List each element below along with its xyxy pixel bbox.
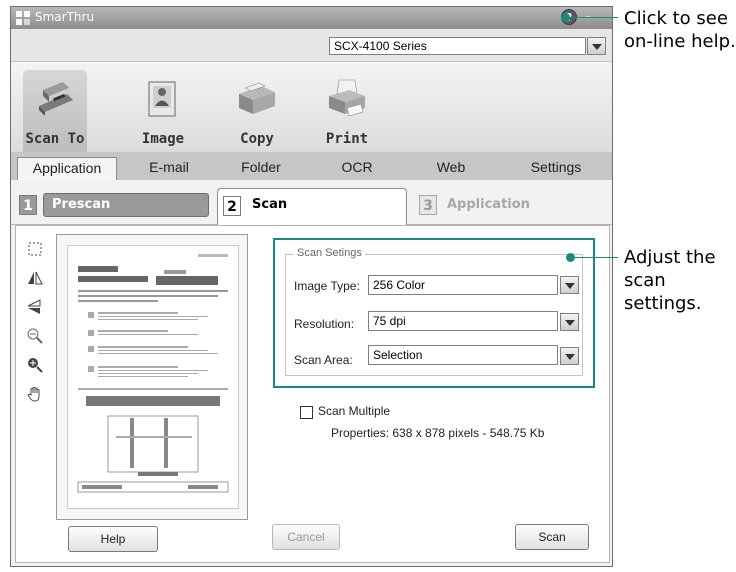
image-type-arrow-icon[interactable] [560,276,579,294]
subtab-application[interactable]: Application [17,157,117,180]
image-icon [148,81,176,117]
step-tabs: 1 Prescan 2 Scan 3 Application [11,180,612,225]
scan-multiple-checkbox[interactable] [300,406,313,419]
smarthru-window: SmarThru ? – SCX-4100 Series Scan To [10,6,613,567]
subtab-settings[interactable]: Settings [511,157,601,179]
resolution-arrow-icon[interactable] [560,313,579,331]
step-label: Application [447,197,530,212]
scan-settings-legend: Scan Setings [294,247,365,259]
subtab-ocr[interactable]: OCR [317,157,397,179]
resolution-select[interactable]: 75 dpi [368,311,558,331]
subtab-web[interactable]: Web [411,157,491,179]
select-area-icon[interactable] [26,240,44,258]
toolbar-image[interactable]: Image [131,70,195,152]
settings-callout-text: Adjust the scan settings. [624,247,716,314]
model-dropdown-value: SCX-4100 Series [334,39,427,53]
model-dropdown[interactable]: SCX-4100 Series [329,37,586,55]
model-row: SCX-4100 Series [11,29,612,62]
scan-area-arrow-icon[interactable] [560,347,579,365]
scan-area-select[interactable]: Selection [368,345,558,365]
subtab-folder[interactable]: Folder [221,157,301,179]
resolution-value: 75 dpi [373,314,406,328]
scanned-document-image [67,245,239,509]
scan-multiple-label: Scan Multiple [318,404,391,418]
image-properties-text: Properties: 638 x 878 pixels - 548.75 Kb [331,426,545,440]
resolution-label: Resolution: [294,317,355,331]
step-label: Scan [252,197,288,212]
step-number: 1 [19,195,37,215]
prescan-bar: Prescan [43,193,209,217]
subtab-email[interactable]: E-mail [129,157,209,179]
printer-icon [329,79,365,117]
title-bar: SmarThru ? – [11,7,612,29]
smarthru-logo-icon [16,11,30,25]
hand-pan-icon[interactable] [26,385,44,403]
image-type-value: 256 Color [373,278,426,292]
scanner-icon [39,82,73,116]
scan-area-label: Scan Area: [294,353,353,367]
scan-button[interactable]: Scan [515,524,589,550]
step-prescan[interactable]: 1 Prescan [19,193,209,217]
toolbar-label: Scan To [25,131,85,147]
help-callout-text: Click to see on-line help. [624,8,736,52]
settings-callout-line [571,257,618,258]
step-application[interactable]: 3 Application [419,193,569,217]
step-number: 2 [223,196,241,216]
toolbar-scan-to[interactable]: Scan To [23,70,87,152]
scan-panel: Scan Setings Image Type: 256 Color Resol… [15,225,610,563]
flip-horizontal-icon[interactable] [26,269,44,287]
scan-settings-group: Scan Setings Image Type: 256 Color Resol… [285,247,583,376]
model-dropdown-arrow-icon[interactable] [587,37,606,55]
image-type-label: Image Type: [294,279,360,293]
minimize-icon[interactable]: – [585,9,597,23]
flip-vertical-icon[interactable] [26,298,44,316]
step-number: 3 [419,195,437,215]
step-label: Prescan [52,197,111,212]
main-toolbar: Scan To Image Copy Print [11,62,612,152]
toolbar-copy[interactable]: Copy [225,70,289,152]
help-callout-line [566,17,618,18]
window-title: SmarThru [35,10,95,24]
step-scan[interactable]: 2 Scan [217,188,407,225]
zoom-in-icon[interactable] [26,356,44,374]
preview-tools [26,240,48,414]
scan-settings-highlight: Scan Setings Image Type: 256 Color Resol… [273,238,595,388]
preview-area[interactable] [56,234,248,520]
cancel-button[interactable]: Cancel [272,524,340,550]
help-button[interactable]: Help [68,526,158,552]
subtab-bar: Application E-mail Folder OCR Web Settin… [11,152,612,180]
zoom-out-icon[interactable] [26,327,44,345]
image-type-select[interactable]: 256 Color [368,275,558,295]
copier-icon [239,82,275,114]
toolbar-label: Image [141,131,185,147]
toolbar-label: Copy [240,131,274,147]
toolbar-print[interactable]: Print [315,70,379,152]
scan-area-value: Selection [373,348,423,362]
toolbar-label: Print [325,131,369,147]
